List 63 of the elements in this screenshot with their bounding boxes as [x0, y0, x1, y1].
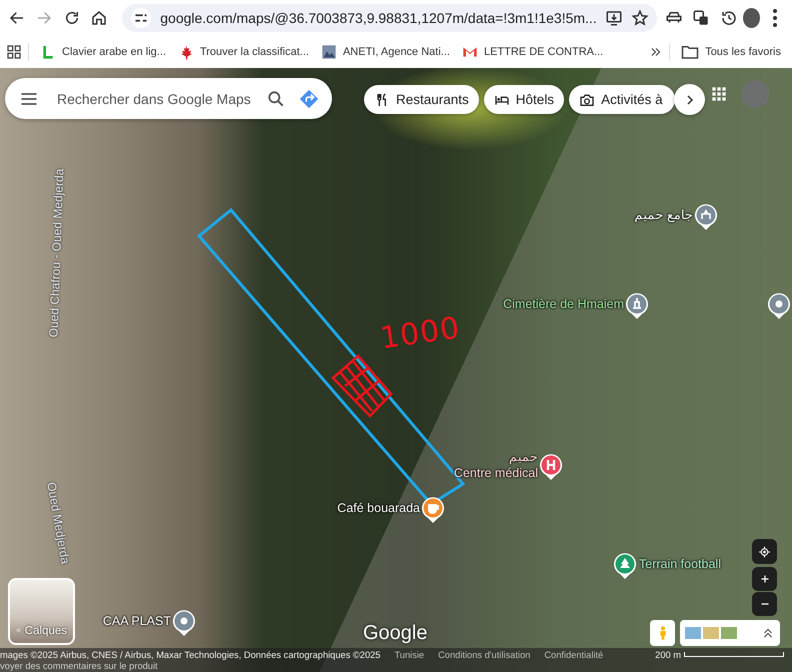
- search-input[interactable]: Rechercher dans Google Maps: [51, 90, 254, 106]
- my-location-button[interactable]: [752, 539, 777, 564]
- place-pin-icon[interactable]: [172, 609, 196, 637]
- search-icon: [266, 88, 286, 108]
- all-bookmarks-folder[interactable]: Tous les favoris: [676, 38, 786, 64]
- place-label[interactable]: Centre médical: [454, 465, 538, 481]
- next-button[interactable]: [674, 84, 705, 115]
- footer-link[interactable]: Tunisie: [394, 650, 424, 660]
- scale-bar[interactable]: 200 m: [655, 650, 784, 660]
- imagery-thumbnail[interactable]: [685, 627, 701, 639]
- bookmark[interactable]: LETTRE DE CONTRA...: [456, 38, 608, 64]
- camera-icon: [579, 92, 596, 108]
- expand-up-icon[interactable]: [761, 626, 775, 640]
- star-icon[interactable]: [630, 8, 649, 26]
- install-icon[interactable]: [604, 8, 623, 26]
- url-text: google.com/maps/@36.7003873,9.98831,1207m/data=!3m1!1e3!5m...: [160, 10, 597, 26]
- place-label[interactable]: Café bouarada: [337, 500, 420, 516]
- plus-icon: [758, 573, 770, 585]
- address-bar[interactable]: google.com/maps/@36.7003873,9.98831,1207m/data=!3m1!1e3!5m...: [122, 4, 657, 32]
- river-label: Oued Medjerda: [44, 481, 72, 565]
- place-label[interactable]: Terrain football: [639, 556, 721, 572]
- more-vertical-icon: [773, 8, 778, 26]
- zoom-in-button[interactable]: [752, 567, 777, 591]
- apps-grid-icon[interactable]: [6, 44, 22, 60]
- thumbnail-icon: [320, 44, 337, 60]
- imagery-thumbnail[interactable]: [703, 627, 719, 639]
- bookmark[interactable]: ANETI, Agence Nati...: [316, 38, 455, 64]
- category-chip[interactable]: Restaurants: [364, 85, 479, 114]
- footer-link[interactable]: Conditions d'utilisation: [438, 650, 530, 660]
- bookmark[interactable]: Clavier arabe en lig...: [35, 38, 171, 64]
- bookmark[interactable]: Trouver la classificat...: [172, 38, 314, 64]
- apps-grid-icon[interactable]: [711, 86, 727, 102]
- place-pin-icon[interactable]: [767, 292, 791, 320]
- translate-icon: [692, 8, 710, 26]
- handwritten-annotation: 1000: [378, 310, 462, 356]
- place-label[interactable]: CAA PLAST: [102, 613, 171, 629]
- crosshair-icon: [758, 544, 771, 560]
- hospital-pin-icon[interactable]: [539, 453, 563, 481]
- search-button[interactable]: [266, 88, 286, 108]
- zoom-out-button[interactable]: [752, 592, 777, 616]
- google-logo: Google: [363, 622, 428, 644]
- history-icon: [720, 8, 738, 26]
- attribution-text: mages ©2025 Airbus, CNES / Airbus, Maxar Technologies, Données cartographiques ©2025: [0, 650, 380, 660]
- profile-avatar[interactable]: [743, 8, 760, 28]
- hatched-area-drawing: [331, 354, 393, 418]
- footer-link[interactable]: Confidentialité: [544, 650, 604, 660]
- place-label[interactable]: حميم: [509, 449, 538, 465]
- directions-icon: [298, 88, 320, 110]
- imagery-thumbnail[interactable]: [721, 627, 737, 639]
- category-chip[interactable]: Hôtels: [484, 85, 564, 114]
- cemetery-pin-icon[interactable]: [625, 292, 649, 320]
- park-pin-icon[interactable]: [613, 552, 637, 580]
- place-label[interactable]: Cimetière de Hmaiem: [503, 296, 624, 312]
- search-box[interactable]: Rechercher dans Google Maps: [5, 78, 332, 119]
- home-icon: [90, 8, 108, 26]
- river-label: Oued Chafrou - Oued Medjerda: [46, 168, 66, 338]
- cafe-pin-icon[interactable]: [421, 496, 445, 524]
- site-settings-icon: [130, 6, 152, 28]
- mosque-pin-icon[interactable]: [694, 203, 718, 231]
- place-label[interactable]: جامع حميم: [634, 207, 693, 223]
- category-chip[interactable]: Activités à: [569, 85, 675, 114]
- directions-button[interactable]: [298, 88, 320, 110]
- feedback-link[interactable]: voyer des commentaires sur le produit: [0, 661, 158, 671]
